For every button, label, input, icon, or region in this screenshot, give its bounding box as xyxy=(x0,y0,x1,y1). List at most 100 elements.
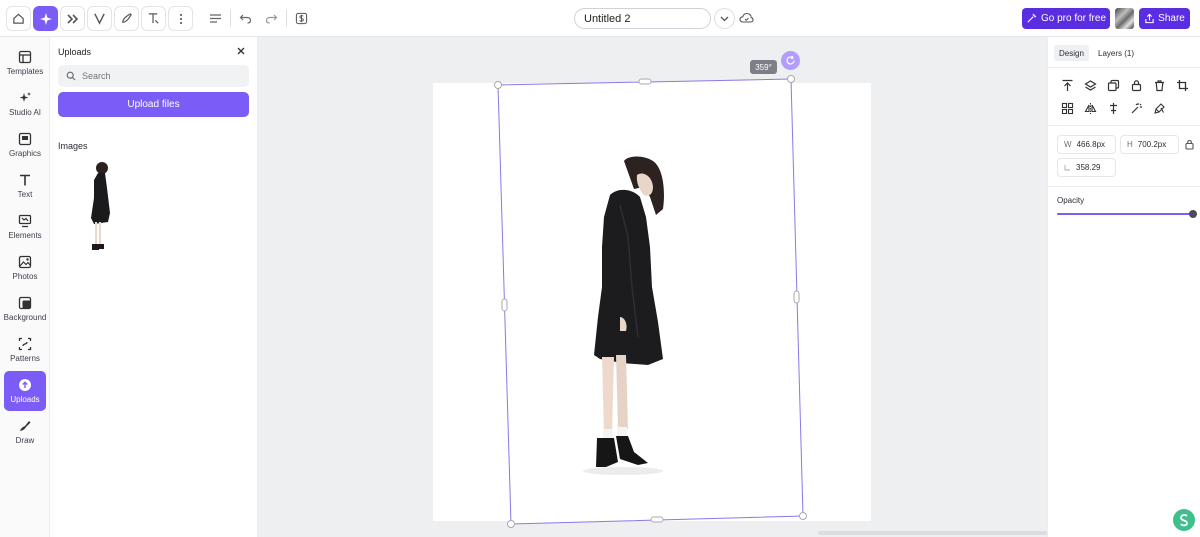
undo-icon xyxy=(239,14,251,24)
go-pro-button[interactable]: Go pro for free xyxy=(1022,8,1110,29)
rotation-badge: 359° xyxy=(750,60,777,74)
rotate-handle[interactable] xyxy=(781,51,800,70)
rail-item-background[interactable]: Background xyxy=(4,289,46,329)
resize-handle-top-right[interactable] xyxy=(787,75,795,83)
share-icon xyxy=(1145,13,1154,24)
rail-item-text[interactable]: Text xyxy=(4,166,46,206)
images-heading: Images xyxy=(58,141,88,151)
left-rail: Templates Studio AI Graphics Text Elemen… xyxy=(0,37,50,537)
elements-icon xyxy=(18,214,32,228)
canvas-area[interactable]: 359° xyxy=(258,37,1047,537)
rail-item-photos[interactable]: Photos xyxy=(4,248,46,288)
background-icon xyxy=(18,296,32,310)
resize-handle-bottom-left[interactable] xyxy=(507,520,515,528)
angle-icon xyxy=(1064,165,1070,171)
tab-layers[interactable]: Layers (1) xyxy=(1093,45,1139,61)
lock-icon xyxy=(1131,79,1141,91)
user-avatar[interactable] xyxy=(1115,8,1134,29)
resize-handle-top[interactable] xyxy=(638,78,652,85)
crop-button[interactable] xyxy=(1174,77,1190,93)
opacity-slider-track[interactable] xyxy=(1057,213,1193,215)
paint-button[interactable] xyxy=(114,6,139,31)
search-icon xyxy=(66,71,76,81)
height-key: H xyxy=(1127,140,1133,149)
resize-handle-bottom[interactable] xyxy=(650,516,664,523)
rotation-field[interactable]: 358.29 xyxy=(1057,158,1116,177)
pricing-button[interactable] xyxy=(291,8,311,28)
double-chevron-icon xyxy=(66,13,78,24)
duplicate-icon xyxy=(1107,79,1119,91)
horizontal-scrollbar[interactable] xyxy=(818,531,1047,535)
rail-label: Text xyxy=(17,190,33,199)
resize-handle-bottom-right[interactable] xyxy=(799,512,807,520)
rail-item-graphics[interactable]: Graphics xyxy=(4,125,46,165)
lock-button[interactable] xyxy=(1128,77,1144,93)
v-logo-icon xyxy=(94,13,105,25)
upload-files-label: Upload files xyxy=(127,99,180,110)
width-field[interactable]: W 466.8px xyxy=(1057,135,1116,154)
photo-icon xyxy=(18,255,32,269)
vector-button[interactable] xyxy=(87,6,112,31)
width-key: W xyxy=(1064,140,1072,149)
height-field[interactable]: H 700.2px xyxy=(1120,135,1179,154)
bring-to-front-button[interactable] xyxy=(1059,77,1075,93)
rail-item-draw[interactable]: Draw xyxy=(4,412,46,452)
expand-button[interactable] xyxy=(60,6,85,31)
rail-item-elements[interactable]: Elements xyxy=(4,207,46,247)
undo-button[interactable] xyxy=(235,8,255,28)
draw-icon xyxy=(20,421,31,431)
woman-photo-thumbnail xyxy=(91,162,110,250)
magic-wand-icon xyxy=(1027,13,1037,23)
align-button[interactable] xyxy=(1105,100,1121,116)
rail-label: Background xyxy=(3,313,47,322)
text-effect-button[interactable] xyxy=(141,6,166,31)
upload-files-button[interactable]: Upload files xyxy=(58,92,249,117)
cloud-sync-icon xyxy=(738,12,754,23)
duplicate-button[interactable] xyxy=(1105,77,1121,93)
grid-button[interactable] xyxy=(1059,100,1075,116)
close-panel-button[interactable] xyxy=(236,45,248,57)
height-value: 700.2px xyxy=(1137,140,1167,149)
crop-icon xyxy=(1176,79,1188,91)
templates-icon xyxy=(18,50,32,64)
rail-label: Templates xyxy=(6,67,44,76)
width-value: 466.8px xyxy=(1076,140,1106,149)
help-button[interactable] xyxy=(1173,509,1195,531)
rail-item-studio-ai[interactable]: Studio AI xyxy=(4,84,46,124)
rail-item-templates[interactable]: Templates xyxy=(4,43,46,83)
flip-button[interactable] xyxy=(1082,100,1098,116)
style-button[interactable] xyxy=(1151,100,1167,116)
uploaded-image-thumbnail[interactable] xyxy=(58,158,150,251)
layers-icon xyxy=(1083,79,1097,91)
opacity-slider-knob[interactable] xyxy=(1189,210,1197,218)
cloud-sync-button[interactable] xyxy=(736,8,756,28)
rail-item-uploads[interactable]: Uploads xyxy=(4,371,46,411)
menu-button[interactable] xyxy=(205,8,225,28)
brand-logo-icon xyxy=(1180,514,1188,527)
sparkle-icon xyxy=(19,92,31,102)
layer-order-button[interactable] xyxy=(1082,77,1098,93)
grid-icon xyxy=(1061,102,1073,114)
rotation-value: 358.29 xyxy=(1076,163,1101,172)
rail-label: Elements xyxy=(8,231,42,240)
studio-ai-button[interactable] xyxy=(33,6,58,31)
effects-button[interactable] xyxy=(1128,100,1144,116)
share-button[interactable]: Share xyxy=(1139,8,1190,29)
title-dropdown-button[interactable] xyxy=(714,8,735,29)
tab-design[interactable]: Design xyxy=(1054,45,1089,61)
home-button[interactable] xyxy=(6,6,31,31)
redo-button[interactable] xyxy=(261,8,281,28)
resize-handle-top-left[interactable] xyxy=(494,81,502,89)
graphics-icon xyxy=(18,132,32,146)
delete-button[interactable] xyxy=(1151,77,1167,93)
align-top-icon xyxy=(1062,79,1072,91)
aspect-lock-button[interactable] xyxy=(1181,136,1197,152)
more-button[interactable] xyxy=(168,6,193,31)
search-input[interactable] xyxy=(82,71,232,81)
resize-handle-right[interactable] xyxy=(793,290,800,304)
document-title-input[interactable] xyxy=(574,8,711,29)
resize-handle-left[interactable] xyxy=(501,298,508,312)
panel-title: Uploads xyxy=(58,47,92,57)
rail-item-patterns[interactable]: Patterns xyxy=(4,330,46,370)
woman-photo[interactable] xyxy=(498,79,803,524)
